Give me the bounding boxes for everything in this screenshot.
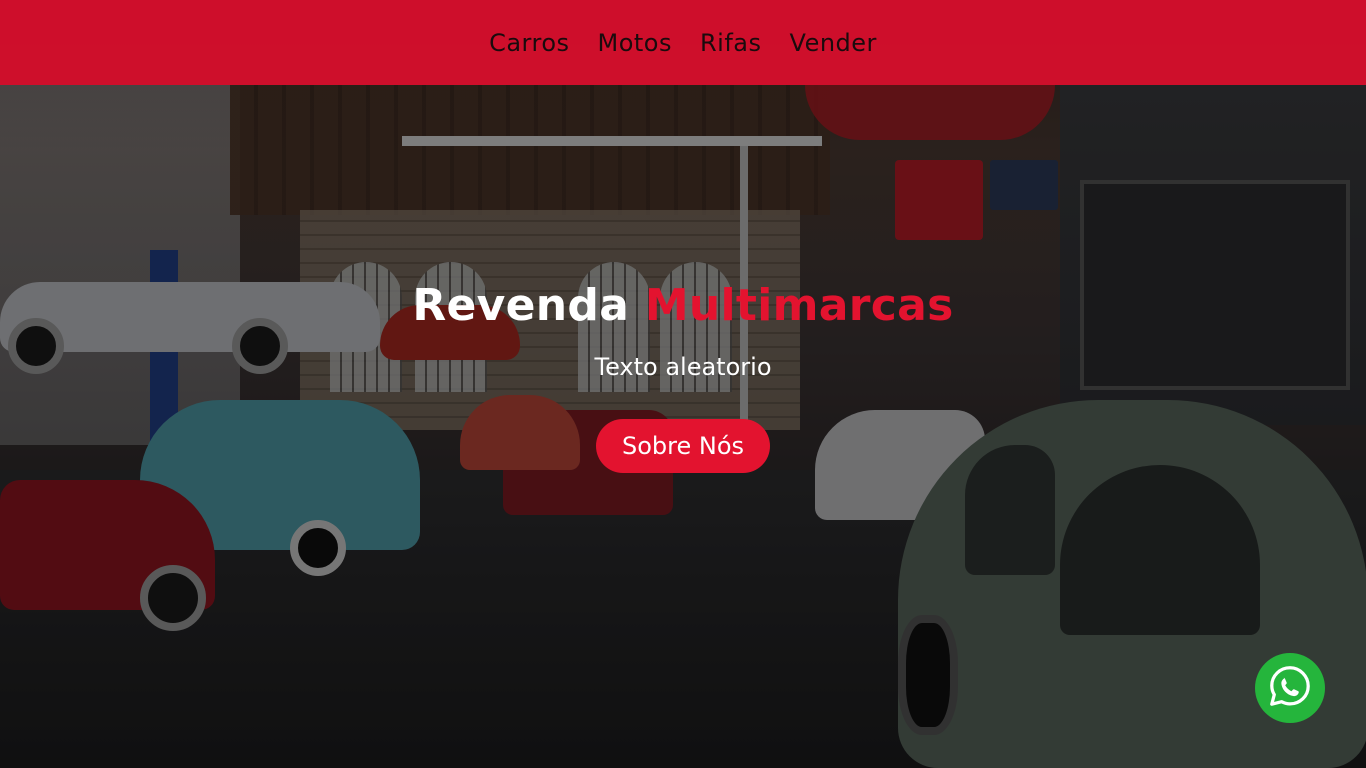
sobre-nos-button[interactable]: Sobre Nós [595,419,771,473]
hero-title-main: Revenda [412,280,630,331]
hero-subtitle: Texto aleatorio [594,353,772,381]
whatsapp-icon [1267,663,1313,713]
nav-item-carros[interactable]: Carros [489,29,569,57]
nav-item-rifas[interactable]: Rifas [700,29,762,57]
hero-title-accent: Multimarcas [644,280,954,331]
whatsapp-button[interactable] [1255,653,1325,723]
hero-section: Revenda Multimarcas Texto aleatorio Sobr… [0,280,1366,473]
hero-title: Revenda Multimarcas [0,280,1366,331]
nav-item-vender[interactable]: Vender [790,29,877,57]
nav-item-motos[interactable]: Motos [598,29,673,57]
top-navbar: Carros Motos Rifas Vender [0,0,1366,85]
nav-menu: Carros Motos Rifas Vender [489,29,877,57]
